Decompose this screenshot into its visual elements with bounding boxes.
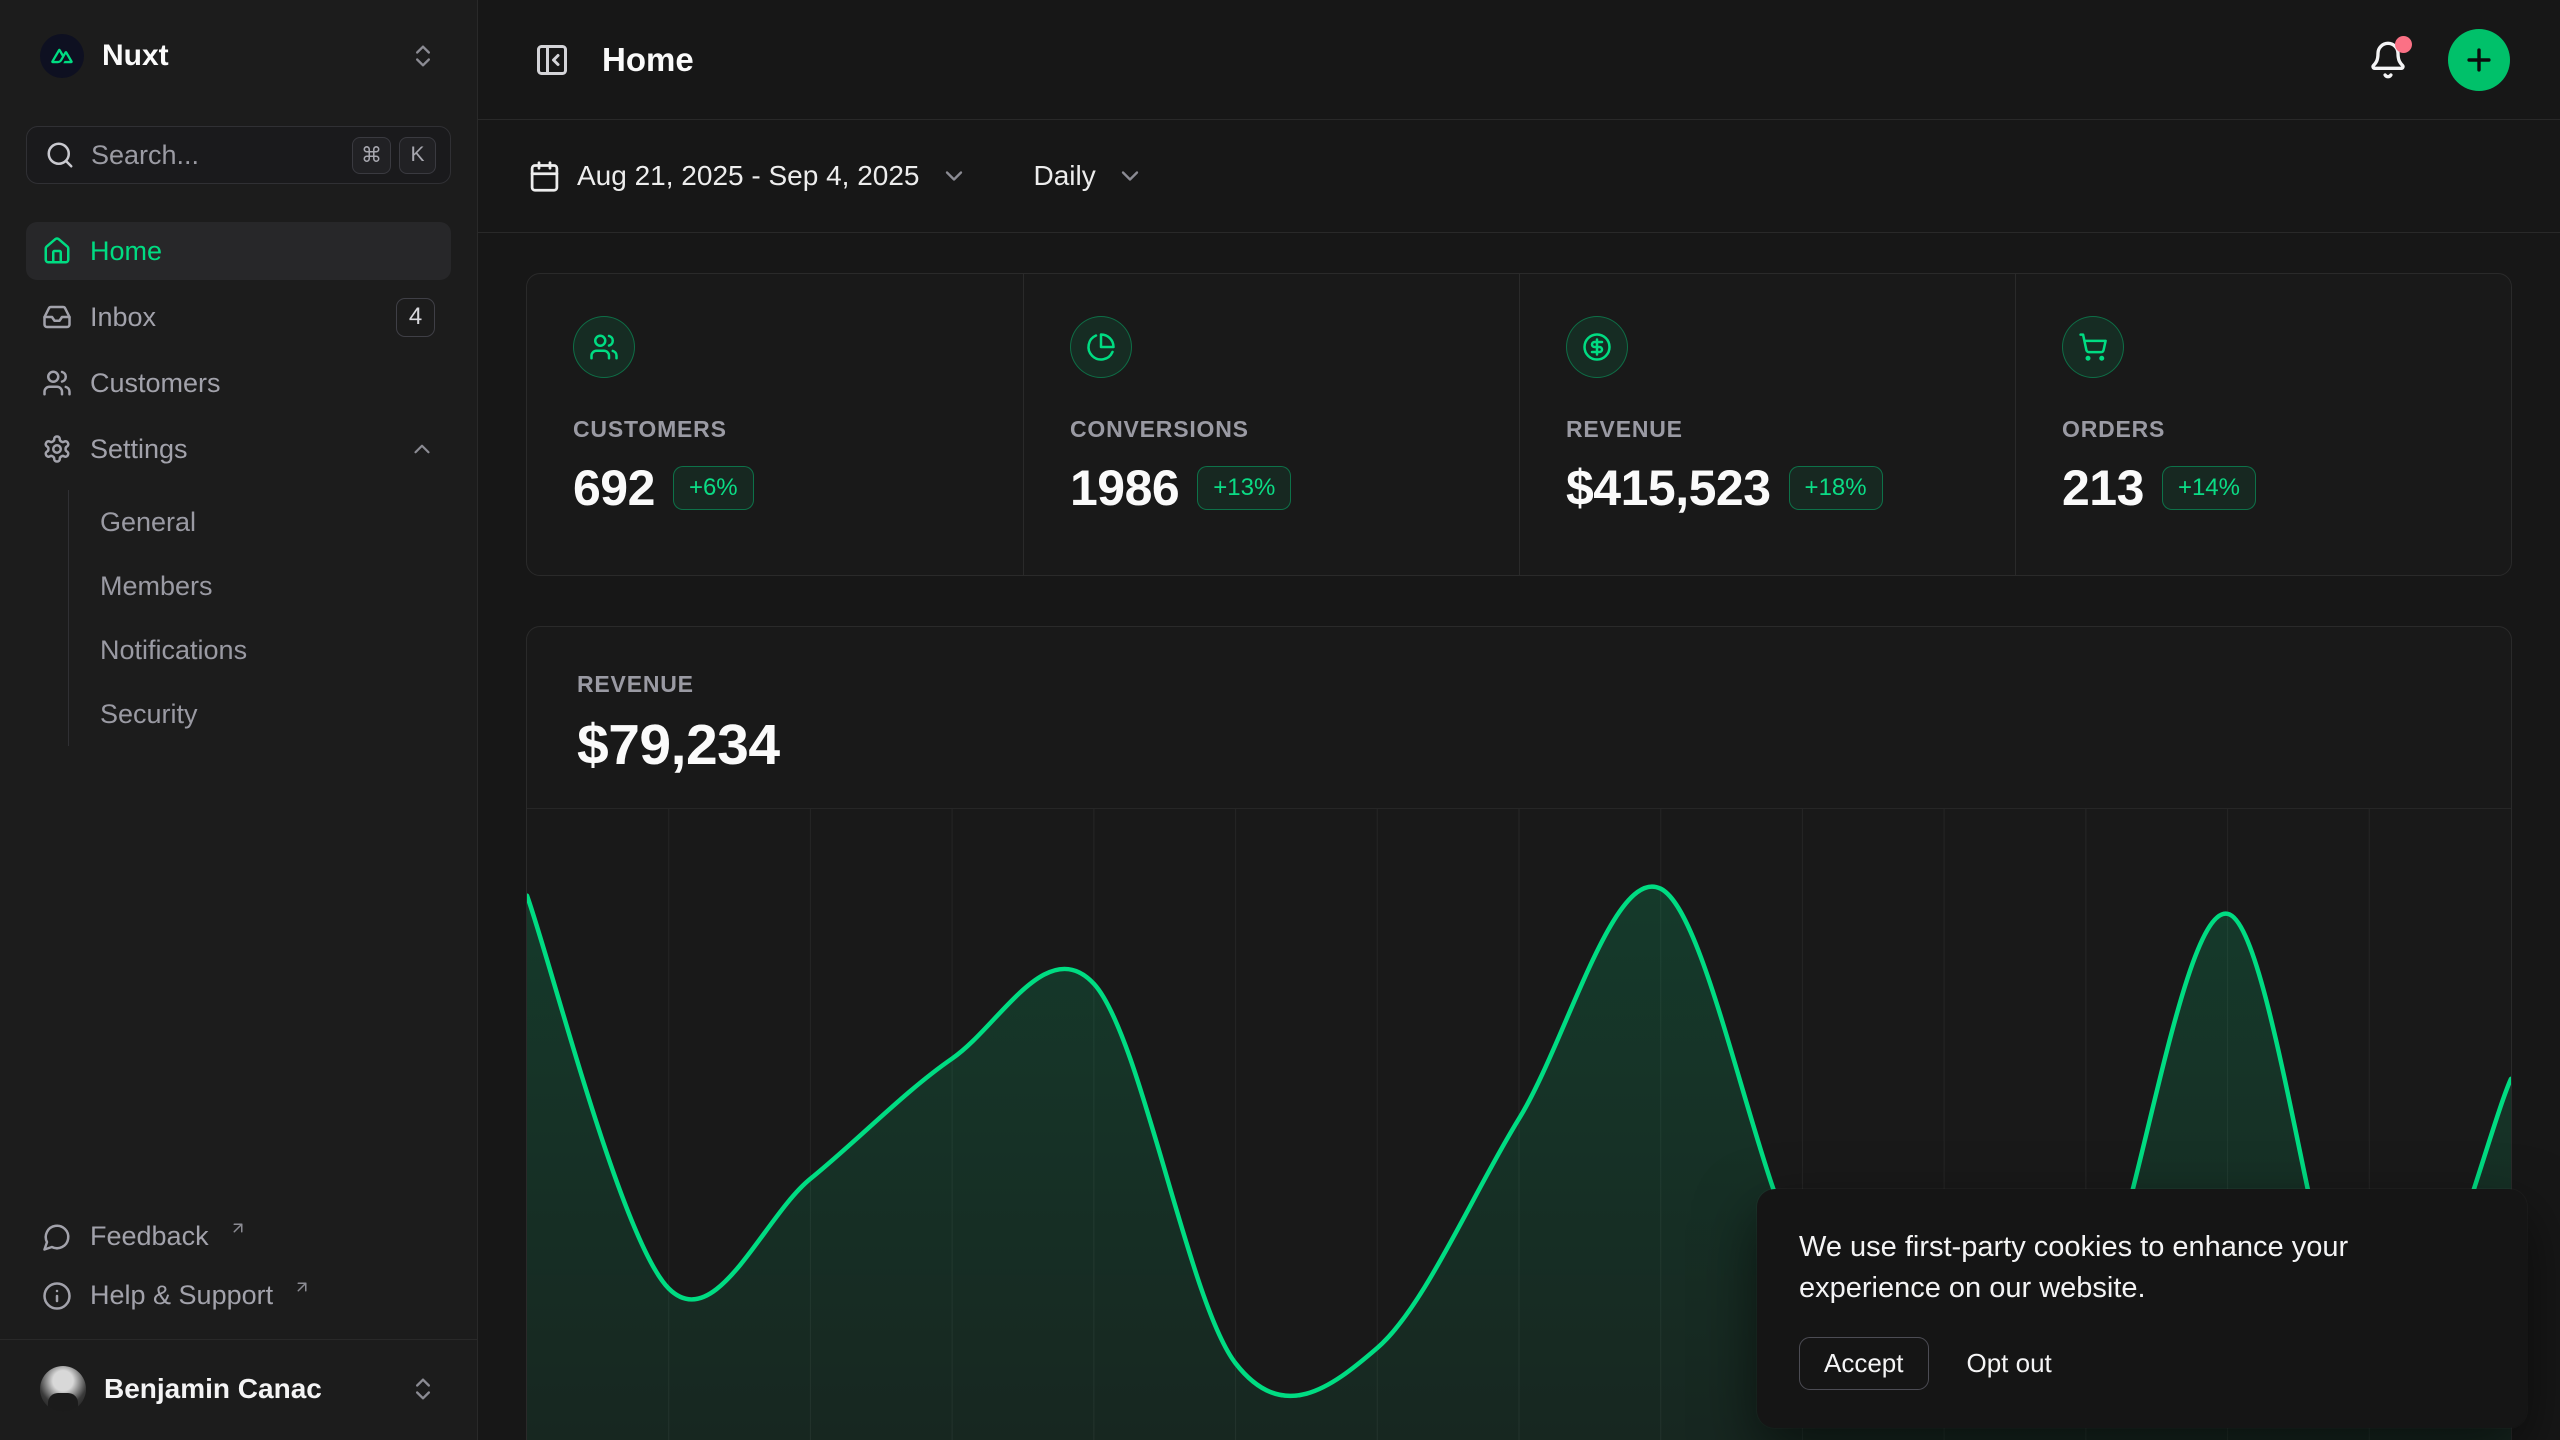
info-circle-icon <box>42 1281 72 1311</box>
filters-toolbar: Aug 21, 2025 - Sep 4, 2025 Daily <box>478 120 2560 233</box>
team-selector[interactable]: Nuxt <box>26 24 451 88</box>
stat-value: $415,523 <box>1566 459 1771 517</box>
stat-label: CONVERSIONS <box>1070 416 1473 443</box>
stats-row: CUSTOMERS 692 +6% CONVERSIONS 1986 +13% <box>526 273 2512 576</box>
date-range-picker[interactable]: Aug 21, 2025 - Sep 4, 2025 <box>528 160 968 193</box>
stat-customers: CUSTOMERS 692 +6% <box>527 274 1023 575</box>
help-support-link[interactable]: Help & Support <box>26 1266 451 1325</box>
chevron-down-icon <box>940 162 968 190</box>
revenue-chart-label: REVENUE <box>577 671 2461 698</box>
stat-label: CUSTOMERS <box>573 416 977 443</box>
stat-icon-badge <box>1070 316 1132 378</box>
stat-label: ORDERS <box>2062 416 2465 443</box>
calendar-icon <box>528 160 561 193</box>
home-icon <box>42 236 72 266</box>
footer-link-label: Help & Support <box>90 1280 273 1311</box>
stat-icon-badge <box>2062 316 2124 378</box>
panel-left-close-icon <box>534 42 570 78</box>
sidebar-spacer <box>26 746 451 1207</box>
feedback-link[interactable]: Feedback <box>26 1207 451 1266</box>
team-name: Nuxt <box>102 39 391 73</box>
cookie-optout-button[interactable]: Opt out <box>1967 1348 2052 1379</box>
user-avatar <box>40 1366 86 1412</box>
granularity-value: Daily <box>1034 160 1096 192</box>
user-menu[interactable]: Benjamin Canac <box>26 1340 451 1440</box>
page-title: Home <box>602 41 694 79</box>
kbd-k: K <box>399 137 436 174</box>
stat-icon-badge <box>1566 316 1628 378</box>
sidebar-item-label: Customers <box>90 368 435 399</box>
stat-icon-badge <box>573 316 635 378</box>
footer-link-label: Feedback <box>90 1221 209 1252</box>
pie-chart-icon <box>1086 332 1116 362</box>
users-icon <box>42 368 72 398</box>
sidebar-item-home[interactable]: Home <box>26 222 451 280</box>
date-range-value: Aug 21, 2025 - Sep 4, 2025 <box>577 160 920 192</box>
sidebar-item-security[interactable]: Security <box>69 682 451 746</box>
sidebar-item-label: Home <box>90 236 435 267</box>
sidebar-item-inbox[interactable]: Inbox 4 <box>26 288 451 346</box>
dollar-circle-icon <box>1582 332 1612 362</box>
sidebar-item-label: Inbox <box>90 302 378 333</box>
search-placeholder: Search... <box>91 140 336 171</box>
search-input[interactable]: Search... ⌘ K <box>26 126 451 184</box>
stat-delta-badge: +18% <box>1789 466 1883 510</box>
granularity-select[interactable]: Daily <box>1034 160 1144 192</box>
stat-orders: ORDERS 213 +14% <box>2015 274 2511 575</box>
stat-revenue: REVENUE $415,523 +18% <box>1519 274 2015 575</box>
sidebar-item-customers[interactable]: Customers <box>26 354 451 412</box>
sidebar: Nuxt Search... ⌘ K Home Inbox 4 Cu <box>0 0 478 1440</box>
search-icon <box>45 140 75 170</box>
add-button[interactable] <box>2448 29 2510 91</box>
revenue-chart-total: $79,234 <box>577 712 2461 778</box>
plus-icon <box>2462 43 2496 77</box>
page-header: Home <box>478 0 2560 120</box>
sidebar-nav: Home Inbox 4 Customers Settings General … <box>26 222 451 746</box>
notification-dot <box>2395 36 2412 53</box>
chevron-down-icon <box>1116 162 1144 190</box>
stat-conversions: CONVERSIONS 1986 +13% <box>1023 274 1519 575</box>
external-link-icon <box>293 1278 311 1296</box>
message-bubble-icon <box>42 1222 72 1252</box>
external-link-icon <box>229 1219 247 1237</box>
sidebar-item-notifications[interactable]: Notifications <box>69 618 451 682</box>
kbd-cmd: ⌘ <box>352 137 391 174</box>
users-icon <box>589 332 619 362</box>
sidebar-item-label: Settings <box>90 434 391 465</box>
stat-value: 1986 <box>1070 459 1179 517</box>
collapse-sidebar-button[interactable] <box>528 36 576 84</box>
sidebar-item-settings[interactable]: Settings <box>26 420 451 478</box>
sidebar-item-members[interactable]: Members <box>69 554 451 618</box>
stat-delta-badge: +13% <box>1197 466 1291 510</box>
cookie-message: We use first-party cookies to enhance yo… <box>1799 1227 2485 1309</box>
shopping-cart-icon <box>2078 332 2108 362</box>
stat-delta-badge: +14% <box>2162 466 2256 510</box>
cookie-banner: We use first-party cookies to enhance yo… <box>1757 1189 2527 1428</box>
chevron-up-icon <box>409 436 435 462</box>
settings-submenu: General Members Notifications Security <box>68 490 451 746</box>
notifications-button[interactable] <box>2362 34 2414 86</box>
stat-label: REVENUE <box>1566 416 1969 443</box>
user-name: Benjamin Canac <box>104 1373 391 1405</box>
sidebar-item-general[interactable]: General <box>69 490 451 554</box>
chevrons-up-down-icon <box>409 1375 437 1403</box>
gear-icon <box>42 434 72 464</box>
cookie-accept-button[interactable]: Accept <box>1799 1337 1929 1390</box>
inbox-icon <box>42 302 72 332</box>
nuxt-logo-icon <box>40 34 84 78</box>
stat-value: 213 <box>2062 459 2144 517</box>
stat-delta-badge: +6% <box>673 466 754 510</box>
stat-value: 692 <box>573 459 655 517</box>
inbox-count-badge: 4 <box>396 298 435 337</box>
search-shortcut: ⌘ K <box>352 137 436 174</box>
chevrons-up-down-icon <box>409 42 437 70</box>
